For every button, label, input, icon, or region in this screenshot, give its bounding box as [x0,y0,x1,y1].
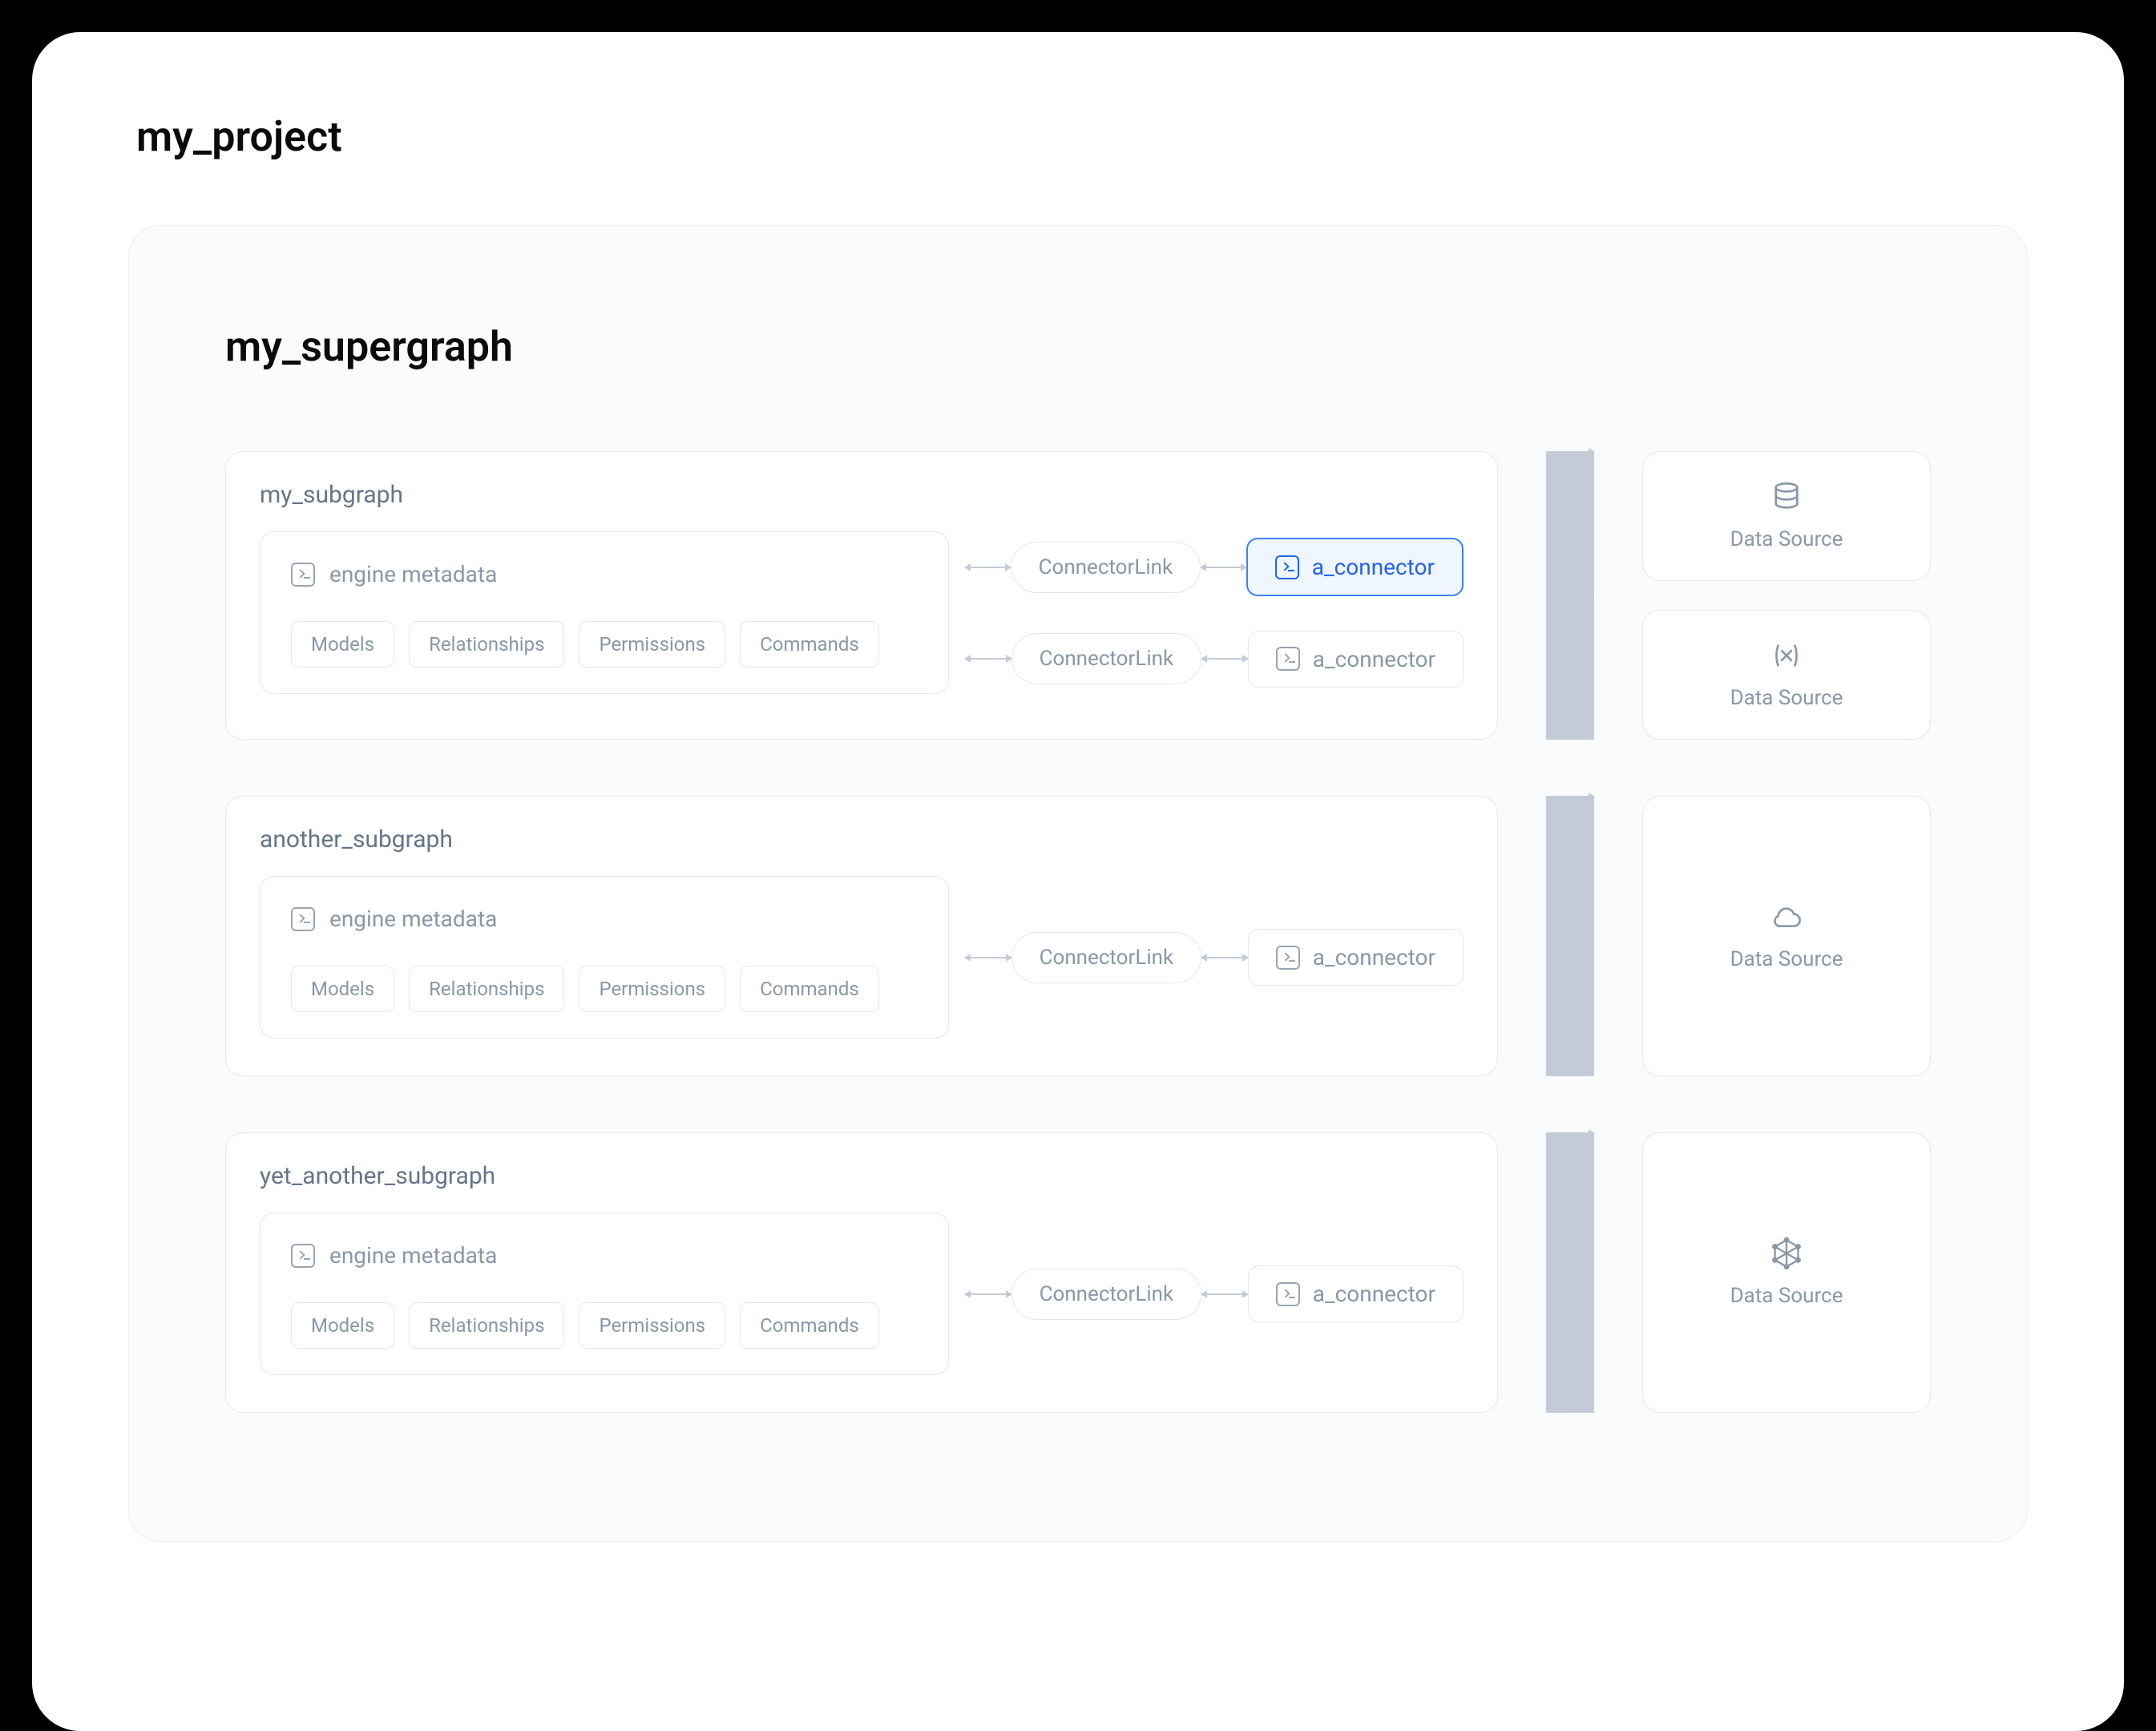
datasource-label: Data Source [1730,947,1843,971]
link-row: ConnectorLink a_connector [965,1265,1464,1322]
engine-header: engine metadata [291,906,918,932]
arrow-bidirectional [965,567,1011,568]
connector-label: a_connector [1313,646,1435,672]
links-column: ConnectorLink a_connector [965,876,1464,1039]
datasource-arrow-column [1546,1132,1594,1413]
graphql-icon [1770,1237,1803,1269]
connector-node[interactable]: a_connector [1248,929,1464,986]
connector-link-pill[interactable]: ConnectorLink [1011,633,1202,684]
metadata-tag[interactable]: Permissions [579,966,725,1012]
datasource-card[interactable]: Data Source [1642,451,1931,581]
metadata-tag[interactable]: Relationships [409,621,564,668]
datasource-label: Data Source [1730,1284,1843,1308]
datasource-card[interactable]: Data Source [1642,1132,1931,1413]
terminal-icon [1275,555,1299,579]
datasource-column: Data Source [1642,796,1931,1076]
datasource-card[interactable]: Data Source [1642,796,1931,1076]
subgraph-title: my_subgraph [260,481,1464,509]
engine-metadata-card[interactable]: engine metadata Models Relationships Permis… [260,531,949,694]
datasource-column: Data Source [1642,1132,1931,1413]
arrow-right [1546,451,1594,595]
connector-node[interactable]: a_connector [1248,631,1464,688]
tag-row: Models Relationships Permissions Commands [291,1302,918,1349]
subgraph-body: engine metadata Models Relationships Permis… [260,1213,1464,1375]
arrow-bidirectional [965,658,1011,660]
terminal-icon [1276,647,1300,671]
subgraph-row: my_subgraphengine metadata Models Relation… [225,451,1931,740]
terminal-icon [291,563,315,587]
metadata-tag[interactable]: Models [291,1302,394,1349]
tag-row: Models Relationships Permissions Commands [291,621,918,668]
metadata-tag[interactable]: Permissions [579,621,725,668]
connector-link-pill[interactable]: ConnectorLink [1011,932,1202,983]
subgraph-card[interactable]: another_subgraphengine metadata Models Rel… [225,796,1498,1076]
engine-metadata-label: engine metadata [329,1242,497,1269]
subgraph-body: engine metadata Models Relationships Permis… [260,876,1464,1039]
arrow-bidirectional [1201,957,1248,958]
subgraph-card[interactable]: yet_another_subgraphengine metadata Model… [225,1132,1498,1413]
metadata-tag[interactable]: Models [291,966,394,1012]
connector-link-pill[interactable]: ConnectorLink [1011,1269,1202,1320]
terminal-icon [1276,1282,1300,1306]
connector-label: a_connector [1313,1281,1435,1307]
metadata-tag[interactable]: Permissions [579,1302,725,1349]
metadata-tag[interactable]: Commands [740,966,879,1012]
connector-link-pill[interactable]: ConnectorLink [1011,542,1201,593]
arrow-bidirectional [1201,658,1248,660]
subgraphs-container: my_subgraphengine metadata Models Relation… [225,451,1931,1413]
datasource-label: Data Source [1730,686,1843,710]
metadata-tag[interactable]: Relationships [409,966,564,1012]
datasource-card[interactable]: Data Source [1642,610,1931,740]
arrow-bidirectional [1201,567,1246,568]
metadata-tag[interactable]: Commands [740,1302,879,1349]
subgraph-body: engine metadata Models Relationships Permis… [260,531,1464,694]
metadata-tag[interactable]: Relationships [409,1302,564,1349]
subgraph-title: another_subgraph [260,825,1464,853]
engine-header: engine metadata [291,561,918,587]
datasource-arrow-column [1546,796,1594,1076]
metadata-tag[interactable]: Commands [740,621,879,668]
subgraph-title: yet_another_subgraph [260,1162,1464,1190]
arrow-right [1546,1132,1594,1413]
terminal-icon [291,1244,315,1268]
page-canvas: my_project my_supergraph my_subgraphengi… [32,32,2124,1731]
link-row: ConnectorLink a_connector [965,538,1464,596]
engine-metadata-card[interactable]: engine metadata Models Relationships Permis… [260,1213,949,1375]
connector-node[interactable]: a_connector [1248,1265,1464,1322]
connector-label: a_connector [1312,554,1435,580]
engine-header: engine metadata [291,1242,918,1269]
link-row: ConnectorLink a_connector [965,631,1464,688]
connector-label: a_connector [1313,944,1435,970]
links-column: ConnectorLink a_connector [965,1213,1464,1375]
datasource-arrow-column [1546,451,1594,740]
terminal-icon [1276,946,1300,970]
database-icon [1770,481,1803,513]
engine-metadata-label: engine metadata [329,906,497,932]
supergraph-card: my_supergraph my_subgraphengine metadata… [128,225,2028,1542]
arrow-bidirectional [965,1293,1011,1295]
tag-row: Models Relationships Permissions Commands [291,966,918,1012]
project-title: my_project [136,112,2028,161]
subgraph-card[interactable]: my_subgraphengine metadata Models Relation… [225,451,1498,740]
subgraph-row: yet_another_subgraphengine metadata Model… [225,1132,1931,1413]
subgraph-row: another_subgraphengine metadata Models Rel… [225,796,1931,1076]
links-column: ConnectorLink a_connector ConnectorLink a_c… [965,531,1464,694]
supergraph-title: my_supergraph [225,322,1931,371]
arrow-right [1546,595,1594,740]
metadata-tag[interactable]: Models [291,621,394,668]
terminal-icon [291,907,315,931]
engine-metadata-card[interactable]: engine metadata Models Relationships Permis… [260,876,949,1039]
cloud-icon [1770,901,1803,933]
datasource-label: Data Source [1730,527,1843,551]
connector-node[interactable]: a_connector [1246,538,1464,596]
link-row: ConnectorLink a_connector [965,929,1464,986]
variable-icon [1770,640,1803,672]
arrow-bidirectional [965,957,1011,958]
arrow-bidirectional [1201,1293,1248,1295]
arrow-right [1546,796,1594,1076]
datasource-column: Data Source Data Source [1642,451,1931,740]
engine-metadata-label: engine metadata [329,561,497,587]
